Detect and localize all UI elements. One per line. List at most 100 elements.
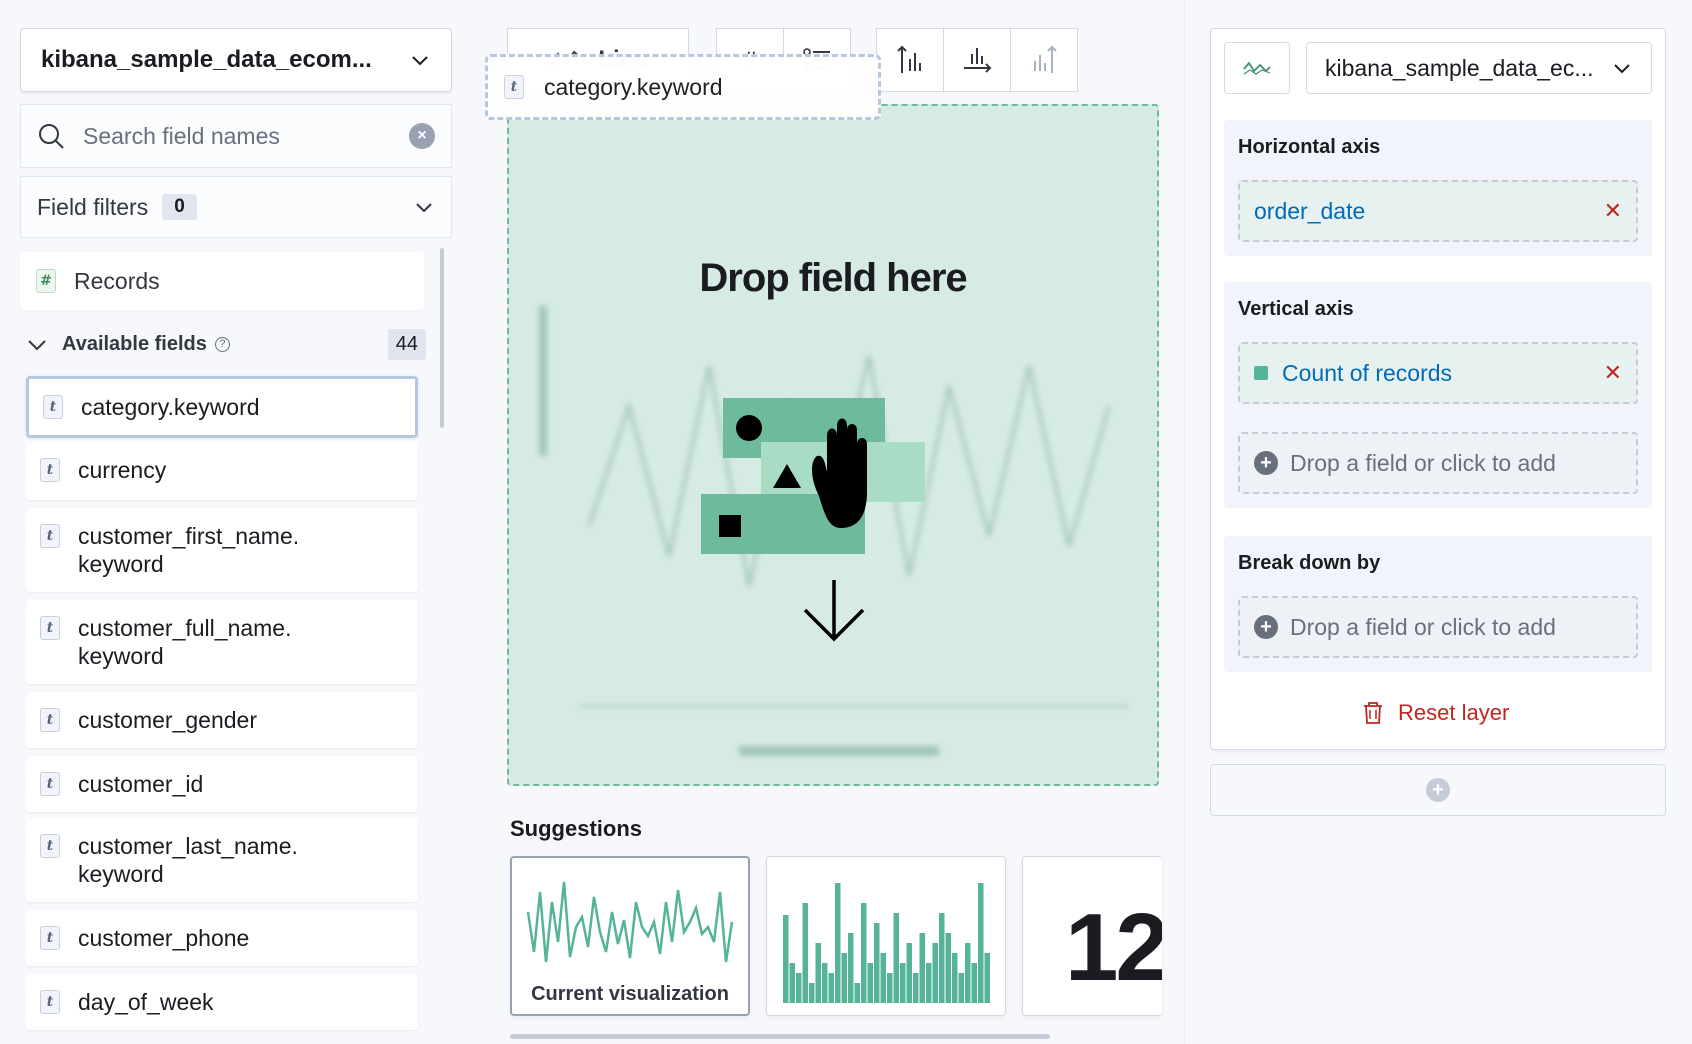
breakdown-section: Break down by + Drop a field or click to… — [1224, 536, 1652, 672]
horizontal-axis-section: Horizontal axis order_date ✕ — [1224, 120, 1652, 256]
field-search-input[interactable]: Search field names × — [20, 104, 452, 168]
remove-icon[interactable]: ✕ — [1604, 198, 1622, 224]
layer-chart-type-button[interactable] — [1224, 42, 1290, 94]
field-item-category-keyword[interactable]: t category.keyword — [26, 376, 418, 438]
dragged-field-ghost[interactable]: t category.keyword — [485, 54, 881, 120]
field-filters-button[interactable]: Field filters 0 — [20, 176, 452, 238]
field-name: customer_gender — [78, 707, 257, 733]
thumbnail-bar — [913, 973, 919, 1003]
thumbnail-bar — [835, 883, 841, 1003]
available-fields-count: 44 — [387, 328, 426, 360]
thumbnail-bar — [861, 903, 867, 1003]
string-type-icon: t — [40, 926, 60, 950]
string-type-icon: t — [504, 75, 524, 99]
add-field-placeholder: Drop a field or click to add — [1290, 613, 1556, 640]
add-layer-button[interactable]: + — [1210, 764, 1666, 816]
chevron-down-icon — [28, 340, 46, 351]
help-icon[interactable]: ? — [214, 336, 230, 352]
string-type-icon: t — [40, 772, 60, 796]
string-type-icon: t — [40, 458, 60, 482]
string-type-icon: t — [40, 708, 60, 732]
field-item-day-of-week[interactable]: t day_of_week — [26, 974, 418, 1030]
chevron-down-icon — [412, 56, 428, 66]
chevron-down-icon — [1614, 64, 1630, 74]
suggestion-metric[interactable]: 12 — [1022, 856, 1162, 1016]
string-type-icon: t — [40, 834, 60, 858]
plus-circle-icon: + — [1426, 778, 1450, 802]
suggestions-title: Suggestions — [510, 816, 643, 841]
thumbnail-bar — [926, 963, 932, 1003]
line-thumbnail — [526, 881, 734, 963]
thumbnail-bar — [906, 943, 912, 1003]
field-name: customer_full_name. keyword — [78, 615, 292, 669]
vertical-axis-title: Vertical axis — [1238, 298, 1354, 320]
field-item-customer-full-name[interactable]: t customer_full_name. keyword — [26, 600, 418, 684]
bottom-axis-icon — [964, 48, 992, 73]
field-item-customer-phone[interactable]: t customer_phone — [26, 910, 418, 966]
field-item-customer-last-name[interactable]: t customer_last_name. keyword — [26, 818, 418, 902]
records-label: Records — [74, 267, 160, 294]
index-pattern-label: kibana_sample_data_ecom... — [41, 46, 372, 73]
thumbnail-bar — [815, 943, 821, 1003]
thumbnail-bar — [809, 983, 815, 1003]
clear-search-icon[interactable]: × — [409, 123, 435, 149]
left-axis-button[interactable] — [876, 28, 944, 92]
drag-drop-illustration — [701, 398, 925, 554]
available-fields-header[interactable]: Available fields ? 44 — [26, 326, 426, 362]
vertical-axis-dimension[interactable]: Count of records ✕ — [1238, 342, 1638, 404]
thumbnail-bar — [822, 963, 828, 1003]
thumbnail-bar — [945, 933, 951, 1003]
string-type-icon: t — [40, 524, 60, 548]
arrow-down-icon — [803, 580, 865, 642]
field-name: customer_phone — [78, 925, 250, 951]
field-sidebar: kibana_sample_data_ecom... Search field … — [0, 0, 460, 1044]
thumbnail-bar — [939, 913, 945, 1003]
horizontal-axis-dimension[interactable]: order_date ✕ — [1238, 180, 1638, 242]
thumbnail-bar — [783, 915, 789, 1003]
plus-circle-icon: + — [1254, 451, 1278, 475]
thumbnail-bar — [958, 973, 964, 1003]
layer-index-pattern-select[interactable]: kibana_sample_data_ec... — [1306, 42, 1652, 94]
number-type-icon: # — [36, 269, 56, 293]
thumbnail-bar — [952, 953, 958, 1003]
reset-layer-label: Reset layer — [1398, 700, 1510, 725]
chevron-down-icon — [416, 203, 432, 213]
remove-icon[interactable]: ✕ — [1604, 360, 1622, 386]
field-item-customer-first-name[interactable]: t customer_first_name. keyword — [26, 508, 418, 592]
search-icon — [39, 124, 64, 149]
thumbnail-bar — [828, 973, 834, 1003]
breakdown-add-field[interactable]: + Drop a field or click to add — [1238, 596, 1638, 658]
field-name: customer_last_name. keyword — [78, 833, 298, 887]
field-item-currency[interactable]: t currency — [26, 442, 418, 500]
thumbnail-bar — [854, 983, 860, 1003]
thumbnail-bar — [874, 923, 880, 1003]
sidebar-scrollbar[interactable] — [440, 248, 444, 428]
field-item-customer-id[interactable]: t customer_id — [26, 756, 418, 812]
thumbnail-bar — [802, 903, 808, 1003]
string-type-icon: t — [40, 616, 60, 640]
thumbnail-bar — [919, 933, 925, 1003]
layer-index-pattern-label: kibana_sample_data_ec... — [1325, 54, 1594, 81]
vertical-axis-add-field[interactable]: + Drop a field or click to add — [1238, 432, 1638, 494]
search-placeholder: Search field names — [83, 122, 280, 149]
horizontal-axis-field: order_date — [1254, 197, 1366, 224]
thumbnail-bar — [880, 953, 886, 1003]
index-pattern-select[interactable]: kibana_sample_data_ecom... — [20, 28, 452, 92]
thumbnail-bar — [789, 963, 795, 1003]
suggestion-bar-chart[interactable] — [766, 856, 1006, 1016]
suggestion-current-visualization[interactable]: Current visualization — [510, 856, 750, 1016]
thumbnail-bar — [971, 963, 977, 1003]
reset-layer-button[interactable]: Reset layer — [1360, 700, 1509, 726]
vertical-axis-section: Vertical axis Count of records ✕ + Drop … — [1224, 282, 1652, 508]
field-item-customer-gender[interactable]: t customer_gender — [26, 692, 418, 748]
bottom-axis-button[interactable] — [943, 28, 1011, 92]
thumbnail-bar — [841, 953, 847, 1003]
suggestions-scrollbar[interactable] — [510, 1034, 1050, 1039]
breakdown-title: Break down by — [1238, 552, 1381, 574]
dragged-field-name: category.keyword — [544, 73, 723, 100]
field-name: customer_first_name. keyword — [78, 523, 300, 577]
right-axis-button[interactable] — [1010, 28, 1078, 92]
add-field-placeholder: Drop a field or click to add — [1290, 449, 1556, 476]
workspace-dropzone[interactable]: Drop field here — [507, 104, 1159, 786]
records-field[interactable]: # Records — [20, 252, 424, 310]
